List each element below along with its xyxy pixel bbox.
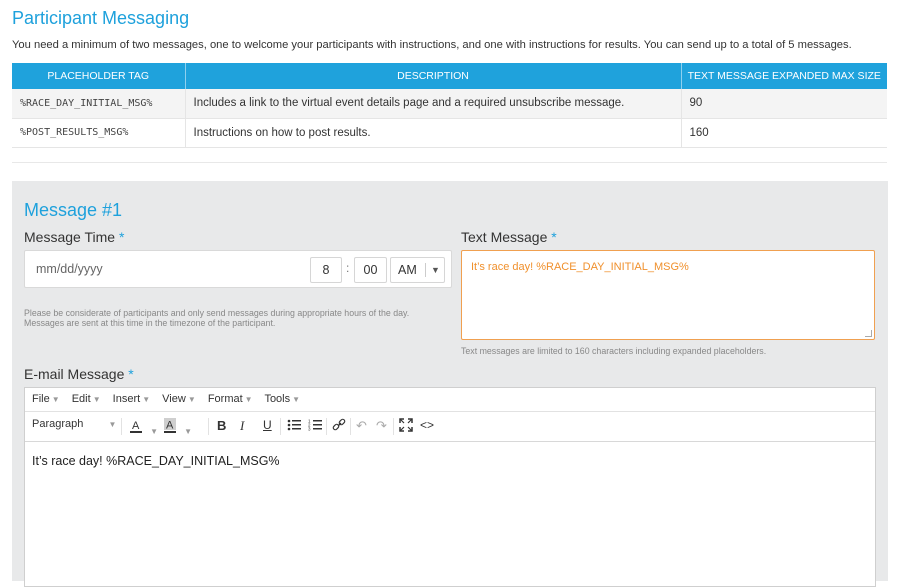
- numbered-list-icon[interactable]: 1 2 3: [308, 418, 322, 435]
- undo-icon[interactable]: ↶: [356, 418, 367, 434]
- menu-format-label: Format: [207, 393, 243, 405]
- resize-handle-icon[interactable]: [865, 330, 872, 337]
- placeholder-max-size: 160: [681, 118, 887, 148]
- chevron-down-icon: ▼: [431, 265, 440, 275]
- menu-file-label: File: [32, 393, 50, 405]
- svg-text:A: A: [166, 420, 174, 432]
- required-mark: *: [551, 229, 557, 245]
- menu-tools[interactable]: Tools ▼: [264, 393, 300, 405]
- redo-icon[interactable]: ↷: [376, 418, 387, 434]
- minute-input[interactable]: 00: [354, 257, 387, 283]
- underline-icon[interactable]: U: [263, 418, 272, 432]
- table-row: %RACE_DAY_INITIAL_MSG% Includes a link t…: [12, 89, 887, 119]
- email-message-label-text: E-mail Message: [24, 366, 125, 382]
- italic-icon[interactable]: I: [240, 418, 244, 434]
- menu-tools-label: Tools: [264, 393, 291, 405]
- block-format-value: Paragraph: [32, 418, 84, 430]
- text-message-label-text: Text Message: [461, 229, 548, 245]
- background-color-icon: A: [164, 418, 176, 433]
- placeholder-description: Includes a link to the virtual event det…: [185, 89, 682, 119]
- required-mark: *: [118, 229, 125, 245]
- chevron-down-icon: ▼: [51, 395, 60, 404]
- email-content-text: It’s race day! %RACE_DAY_INITIAL_MSG%: [32, 454, 280, 468]
- chevron-down-icon: ▼: [292, 395, 301, 404]
- chevron-down-icon: ▼: [187, 395, 196, 404]
- intro-text: You need a minimum of two messages, one …: [12, 39, 852, 51]
- menu-file[interactable]: File ▼: [32, 393, 60, 405]
- email-content-area[interactable]: It’s race day! %RACE_DAY_INITIAL_MSG%: [25, 442, 875, 480]
- section-divider: [12, 162, 887, 163]
- table-row: %POST_RESULTS_MSG% Instructions on how t…: [12, 118, 887, 148]
- toolbar-separator: [326, 418, 327, 435]
- editor-toolbar: Paragraph ▼ A ▼ A ▼ B I U 1 2 3 ↶ ↷ <>: [25, 412, 875, 442]
- toolbar-separator: [393, 418, 394, 435]
- editor-menubar: File ▼ Edit ▼ Insert ▼ View ▼ Format ▼ Tools ▼: [25, 388, 875, 412]
- placeholder-table: PLACEHOLDER TAG DESCRIPTION TEXT MESSAGE…: [12, 63, 887, 148]
- svg-text:3: 3: [308, 427, 311, 432]
- text-color-button[interactable]: A ▼: [129, 418, 158, 437]
- chevron-down-icon: ▼: [150, 427, 158, 436]
- message-heading: Message #1: [24, 200, 123, 220]
- text-message-textarea[interactable]: It’s race day! %RACE_DAY_INITIAL_MSG%: [461, 250, 875, 340]
- col-description: DESCRIPTION: [185, 63, 682, 89]
- chevron-down-icon: ▼: [244, 395, 253, 404]
- menu-edit[interactable]: Edit ▼: [72, 393, 101, 405]
- menu-insert-label: Insert: [112, 393, 141, 405]
- placeholder-tag: %POST_RESULTS_MSG%: [12, 118, 186, 148]
- text-message-note: Text messages are limited to 160 charact…: [461, 346, 767, 356]
- message-time-label-text: Message Time: [24, 229, 116, 245]
- placeholder-max-size: 90: [681, 89, 887, 119]
- block-format-select[interactable]: Paragraph ▼: [32, 418, 116, 430]
- time-colon: :: [346, 261, 350, 275]
- ampm-separator: [425, 263, 426, 277]
- email-message-label: E-mail Message *: [24, 366, 134, 382]
- page: Participant Messaging You need a minimum…: [0, 0, 900, 587]
- hour-input[interactable]: 8: [310, 257, 342, 283]
- svg-text:A: A: [132, 420, 140, 432]
- source-code-icon[interactable]: <>: [420, 418, 434, 432]
- toolbar-separator: [280, 418, 281, 435]
- page-title: Participant Messaging: [12, 8, 190, 28]
- bullet-list-icon[interactable]: [287, 418, 301, 435]
- timing-note: Please be considerate of participants an…: [24, 308, 410, 328]
- text-color-icon: A: [130, 420, 142, 433]
- ampm-value: AM: [398, 263, 417, 277]
- message-time-field: mm/dd/yyyy 8 : 00 AM ▼: [24, 250, 452, 288]
- fullscreen-icon[interactable]: [399, 418, 413, 435]
- background-color-button[interactable]: A ▼: [163, 418, 192, 437]
- text-message-value: It’s race day! %RACE_DAY_INITIAL_MSG%: [471, 261, 689, 273]
- toolbar-separator: [208, 418, 209, 435]
- chevron-down-icon: ▼: [108, 420, 117, 429]
- email-editor: File ▼ Edit ▼ Insert ▼ View ▼ Format ▼ Tools ▼…: [24, 387, 876, 587]
- menu-insert[interactable]: Insert ▼: [113, 393, 150, 405]
- bullet-list-icon-svg: [287, 419, 301, 431]
- chevron-down-icon: ▼: [142, 395, 151, 404]
- fullscreen-icon-svg: [399, 418, 413, 432]
- bold-icon[interactable]: B: [217, 418, 226, 433]
- numbered-list-icon-svg: 1 2 3: [308, 419, 322, 432]
- placeholder-description: Instructions on how to post results.: [185, 118, 682, 148]
- text-message-label: Text Message *: [461, 229, 557, 245]
- placeholder-tag: %RACE_DAY_INITIAL_MSG%: [12, 89, 186, 119]
- date-input[interactable]: mm/dd/yyyy: [36, 262, 103, 276]
- message-time-label: Message Time *: [24, 229, 124, 245]
- link-icon[interactable]: [332, 418, 346, 435]
- ampm-select[interactable]: AM ▼: [390, 257, 445, 283]
- chevron-down-icon: ▼: [92, 395, 101, 404]
- col-max-size: TEXT MESSAGE EXPANDED MAX SIZE: [681, 63, 887, 89]
- toolbar-separator: [121, 418, 122, 435]
- required-mark: *: [128, 366, 134, 382]
- menu-view-label: View: [162, 393, 186, 405]
- toolbar-separator: [350, 418, 351, 435]
- chevron-down-icon: ▼: [184, 427, 192, 436]
- menu-edit-label: Edit: [71, 393, 91, 405]
- col-placeholder-tag: PLACEHOLDER TAG: [12, 63, 186, 89]
- menu-format[interactable]: Format ▼: [208, 393, 253, 405]
- message-panel: Message #1 Message Time * mm/dd/yyyy 8 :…: [12, 181, 888, 587]
- menu-view[interactable]: View ▼: [162, 393, 196, 405]
- link-icon-svg: [332, 418, 346, 431]
